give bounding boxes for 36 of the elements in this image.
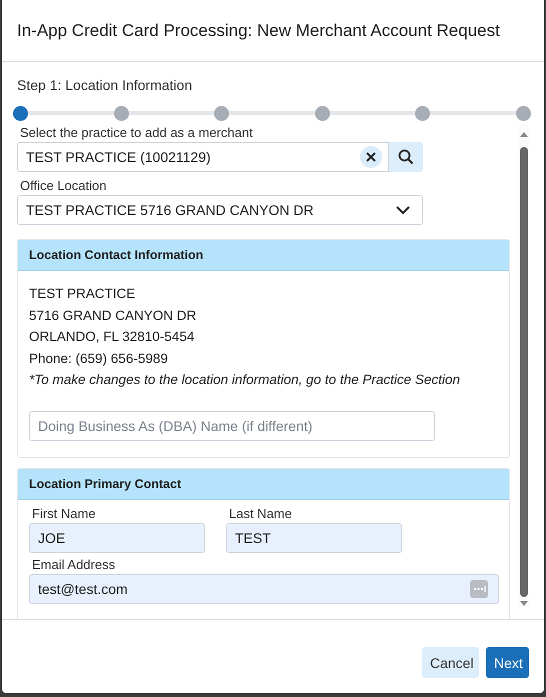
step-dot[interactable] xyxy=(13,106,28,120)
first-name-field[interactable]: JOE xyxy=(29,522,205,552)
autofill-icon[interactable] xyxy=(470,580,488,598)
scroll-down-icon[interactable] xyxy=(518,601,528,607)
step-dot[interactable] xyxy=(516,106,531,120)
scroll-up-icon[interactable] xyxy=(518,131,528,137)
field-label: First Name xyxy=(32,506,97,520)
card-header: Location Primary Contact xyxy=(18,468,509,500)
step-dot[interactable] xyxy=(114,106,129,120)
field-label: Office Location xyxy=(20,178,108,193)
field-label: Select the practice to add as a merchant xyxy=(20,125,254,140)
clear-icon[interactable] xyxy=(360,146,382,168)
cancel-button[interactable]: Cancel xyxy=(422,647,479,678)
card-header: Location Contact Information xyxy=(18,240,509,271)
dialog-title: In-App Credit Card Processing: New Merchant Account Request xyxy=(17,20,500,40)
email-field[interactable]: test@test.com xyxy=(29,574,499,604)
scrollbar[interactable] xyxy=(518,125,529,607)
office-location-dropdown[interactable]: TEST PRACTICE 5716 GRAND CANYON DR xyxy=(17,195,423,225)
address-line: 5716 GRAND CANYON DR xyxy=(29,306,198,324)
field-label: Email Address xyxy=(32,556,116,572)
chevron-down-icon xyxy=(396,206,410,214)
step-dot[interactable] xyxy=(415,106,430,120)
practice-search-field[interactable]: TEST PRACTICE (10021129) xyxy=(17,142,389,172)
step-dot[interactable] xyxy=(314,106,330,120)
step-dot[interactable] xyxy=(214,106,230,120)
step-label: Step 1: Location Information xyxy=(17,77,194,93)
last-name-field[interactable]: TEST xyxy=(226,522,402,552)
note-text: *To make changes to the location information, go to the Practice Section xyxy=(29,371,462,389)
field-label: Last Name xyxy=(229,506,293,520)
address-line: ORLANDO, FL 32810-5454 xyxy=(29,328,196,346)
search-icon xyxy=(398,149,414,165)
search-button[interactable] xyxy=(389,142,423,172)
next-button[interactable]: Next xyxy=(486,647,529,678)
address-line: TEST PRACTICE xyxy=(29,285,136,303)
address-line: Phone: (659) 656-5989 xyxy=(29,350,169,368)
dba-name-field[interactable]: Doing Business As (DBA) Name (if different) xyxy=(29,410,435,440)
